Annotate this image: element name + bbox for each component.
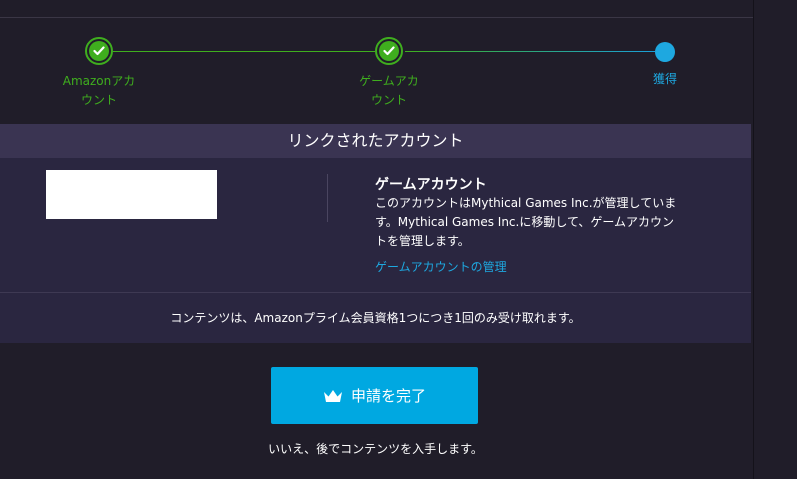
horizontal-divider [0, 292, 751, 293]
step-1-label-line2: ウント [80, 93, 117, 107]
step-2-label-line1: ゲームアカ [359, 74, 419, 88]
panel-header: リンクされたアカウント [0, 124, 751, 158]
step-2-label: ゲームアカ ウント [344, 72, 434, 110]
right-edge [753, 0, 754, 479]
step-3-label-line1: 獲得 [652, 72, 677, 86]
check-icon [93, 46, 105, 56]
complete-claim-button[interactable]: 申請を完了 [271, 367, 478, 424]
decline-link[interactable]: いいえ、後でコンテンツを入手します。 [0, 440, 751, 457]
step-1-label-line1: Amazonアカ [62, 74, 136, 88]
account-title: ゲームアカウント [375, 177, 487, 193]
step-3-label: 獲得 [620, 70, 710, 89]
complete-claim-label: 申請を完了 [350, 387, 426, 405]
step-connector-1 [113, 51, 375, 52]
claim-limit-notice: コンテンツは、Amazonプライム会員資格1つにつき1回のみ受け取れます。 [170, 311, 581, 325]
linked-account-panel: リンクされたアカウント ゲームアカウント このアカウントはMythical Ga… [0, 124, 751, 343]
crown-icon [323, 389, 343, 403]
step-3-indicator [655, 42, 675, 62]
progress-stepper: Amazonアカ ウント ゲームアカ ウント 獲得 [0, 0, 753, 120]
vertical-divider [327, 174, 328, 222]
check-icon [383, 46, 395, 56]
account-image [46, 170, 217, 219]
step-2-label-line2: ウント [370, 93, 407, 107]
step-connector-2 [405, 51, 655, 52]
step-2-indicator [375, 37, 403, 65]
step-1-indicator [85, 37, 113, 65]
manage-game-account-link[interactable]: ゲームアカウントの管理 [375, 258, 507, 275]
step-1-label: Amazonアカ ウント [54, 72, 144, 110]
account-description: このアカウントはMythical Games Inc.が管理しています。Myth… [375, 196, 677, 248]
